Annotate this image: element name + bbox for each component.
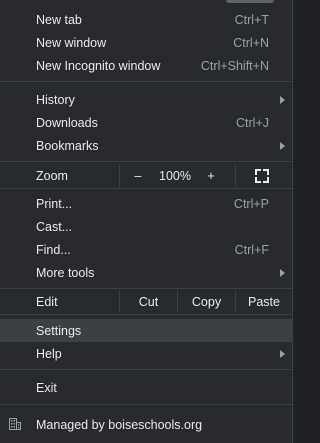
menu-item-label: History (36, 92, 75, 107)
chrome-main-menu: New tab Ctrl+T New window Ctrl+N New Inc… (0, 0, 293, 443)
zoom-divider (235, 164, 236, 187)
menu-row-edit: Edit Cut Copy Paste (0, 290, 292, 313)
menu-item-downloads[interactable]: Downloads Ctrl+J (0, 111, 292, 134)
menu-item-shortcut: Ctrl+J (236, 115, 269, 130)
menu-item-label: Downloads (36, 115, 98, 130)
menu-item-new-window[interactable]: New window Ctrl+N (0, 31, 292, 54)
menu-item-label: Help (36, 346, 62, 361)
menu-item-shortcut: Ctrl+N (233, 35, 269, 50)
menu-item-history[interactable]: History (0, 88, 292, 111)
submenu-arrow-icon (280, 95, 285, 104)
managed-by-label: Managed by boiseschools.org (36, 418, 203, 432)
fullscreen-icon[interactable] (255, 169, 269, 183)
zoom-level: 100% (159, 168, 191, 183)
menu-item-label: More tools (36, 265, 95, 280)
building-icon (9, 418, 21, 430)
menu-separator (0, 404, 292, 405)
menu-item-label: New Incognito window (36, 58, 161, 73)
menu-item-label: Print... (36, 196, 73, 211)
menu-item-more-tools[interactable]: More tools (0, 261, 292, 284)
edit-label: Edit (36, 294, 58, 309)
menu-item-shortcut: Ctrl+P (233, 196, 269, 211)
menu-item-label: New tab (36, 12, 82, 27)
cut-button[interactable]: Cut (120, 290, 177, 313)
menu-item-exit[interactable]: Exit (0, 376, 292, 399)
menu-item-find[interactable]: Find... Ctrl+F (0, 238, 292, 261)
menu-item-shortcut: Ctrl+T (234, 12, 269, 27)
menu-item-help[interactable]: Help (0, 342, 292, 365)
paste-button[interactable]: Paste (236, 290, 292, 313)
menu-separator (0, 81, 292, 82)
menu-item-bookmarks[interactable]: Bookmarks (0, 134, 292, 157)
menu-item-label: Bookmarks (36, 138, 99, 153)
menu-top-edge (0, 0, 292, 4)
submenu-arrow-icon (280, 141, 285, 150)
menu-separator (0, 369, 292, 370)
submenu-arrow-icon (280, 268, 285, 277)
menu-separator (0, 188, 292, 189)
menu-row-zoom: Zoom – 100% + (0, 164, 292, 187)
submenu-arrow-icon (280, 349, 285, 358)
menu-item-new-tab[interactable]: New tab Ctrl+T (0, 8, 292, 31)
menu-separator (0, 288, 292, 289)
managed-by-org-item[interactable]: Managed by boiseschools.org (0, 411, 292, 439)
menu-item-settings[interactable]: Settings (0, 319, 292, 342)
copy-button[interactable]: Copy (178, 290, 235, 313)
menu-separator (0, 161, 292, 162)
zoom-label: Zoom (36, 168, 68, 183)
menu-item-shortcut: Ctrl+F (234, 242, 269, 257)
menu-item-label: New window (36, 35, 107, 50)
zoom-out-button[interactable]: – (124, 164, 152, 187)
menu-item-shortcut: Ctrl+Shift+N (200, 58, 269, 73)
menu-separator (0, 314, 292, 315)
zoom-divider (119, 164, 120, 187)
menu-anchor-notch (226, 0, 274, 3)
menu-item-label: Settings (36, 323, 82, 338)
menu-item-print[interactable]: Print... Ctrl+P (0, 192, 292, 215)
menu-item-cast[interactable]: Cast... (0, 215, 292, 238)
menu-item-label: Exit (36, 380, 57, 395)
menu-item-label: Find... (36, 242, 71, 257)
menu-item-label: Cast... (36, 219, 73, 234)
menu-item-new-incognito-window[interactable]: New Incognito window Ctrl+Shift+N (0, 54, 292, 77)
zoom-in-button[interactable]: + (198, 164, 224, 187)
